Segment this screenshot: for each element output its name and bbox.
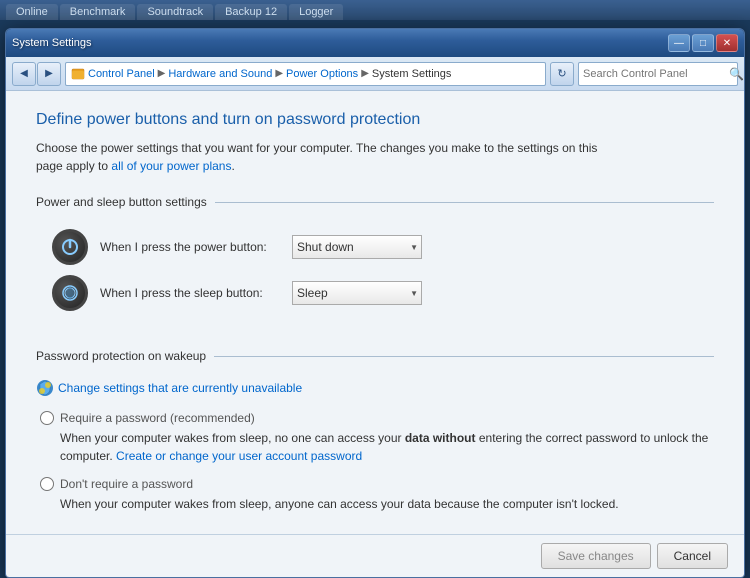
window-title: System Settings (12, 37, 91, 49)
tab-backup[interactable]: Backup 12 (215, 4, 287, 20)
save-button[interactable]: Save changes (541, 543, 651, 569)
footer: Save changes Cancel (6, 534, 744, 577)
require-password-option: Require a password (recommended) When yo… (36, 411, 714, 465)
no-password-row: Don't require a password (40, 477, 714, 491)
window-controls: — □ ✕ (668, 34, 738, 52)
power-button-label: When I press the power button: (100, 240, 280, 254)
all-plans-link[interactable]: all of your power plans (111, 159, 231, 173)
title-bar: System Settings — □ ✕ (6, 29, 744, 57)
breadcrumb-hardware[interactable]: Hardware and Sound (168, 68, 272, 80)
sleep-button-row: When I press the sleep button: Sleep Hib… (52, 275, 698, 311)
breadcrumb-bar: Control Panel ▶ Hardware and Sound ▶ Pow… (65, 62, 546, 86)
nav-arrows: ◀ ▶ (12, 62, 61, 86)
no-password-label: Don't require a password (60, 477, 193, 491)
cancel-button[interactable]: Cancel (657, 543, 728, 569)
require-password-description: When your computer wakes from sleep, no … (60, 429, 714, 465)
power-button-icon (52, 229, 88, 265)
forward-button[interactable]: ▶ (37, 62, 61, 86)
no-password-description: When your computer wakes from sleep, any… (60, 495, 714, 513)
change-settings-row: Change settings that are currently unava… (36, 379, 714, 397)
nav-bar: ◀ ▶ Control Panel ▶ Hardware and Sound ▶… (6, 57, 744, 91)
no-password-radio[interactable] (40, 477, 54, 491)
breadcrumb-icon (70, 66, 86, 82)
button-settings-area: When I press the power button: Shut down… (36, 221, 714, 329)
refresh-button[interactable]: ↻ (550, 62, 574, 86)
sleep-button-select[interactable]: Sleep Hibernate Do nothing Shut down (292, 281, 422, 305)
breadcrumb-sep-1: ▶ (158, 68, 166, 79)
tab-soundtrack[interactable]: Soundtrack (137, 4, 213, 20)
change-settings-link[interactable]: Change settings that are currently unava… (58, 381, 302, 395)
title-bar-left: System Settings (12, 37, 91, 49)
main-window: System Settings — □ ✕ ◀ ▶ Control Panel … (5, 28, 745, 578)
page-description: Choose the power settings that you want … (36, 139, 714, 175)
minimize-button[interactable]: — (668, 34, 690, 52)
search-input[interactable] (583, 68, 725, 80)
button-settings-divider: Power and sleep button settings (36, 195, 714, 209)
back-button[interactable]: ◀ (12, 62, 36, 86)
no-password-desc-text: When your computer wakes from sleep, any… (60, 497, 619, 511)
sleep-button-icon (52, 275, 88, 311)
divider-line-1 (215, 202, 714, 203)
close-button[interactable]: ✕ (716, 34, 738, 52)
no-password-option: Don't require a password When your compu… (36, 477, 714, 513)
sleep-button-label: When I press the sleep button: (100, 286, 280, 300)
power-button-row: When I press the power button: Shut down… (52, 229, 698, 265)
tab-logger[interactable]: Logger (289, 4, 343, 20)
description-period: . (231, 159, 234, 173)
shield-icon (36, 379, 54, 397)
button-settings-label: Power and sleep button settings (36, 195, 207, 209)
breadcrumb-sep-2: ▶ (275, 68, 283, 79)
search-bar: 🔍 (578, 62, 738, 86)
breadcrumb-power[interactable]: Power Options (286, 68, 358, 80)
tab-online[interactable]: Online (6, 4, 58, 20)
require-password-row: Require a password (recommended) (40, 411, 714, 425)
require-password-label: Require a password (recommended) (60, 411, 255, 425)
maximize-button[interactable]: □ (692, 34, 714, 52)
description-text-2: page apply to (36, 159, 111, 173)
breadcrumb-control-panel[interactable]: Control Panel (88, 68, 155, 80)
description-text-1: Choose the power settings that you want … (36, 141, 597, 155)
divider-line-2 (214, 356, 714, 357)
page-title: Define power buttons and turn on passwor… (36, 111, 714, 129)
content-area: Define power buttons and turn on passwor… (6, 91, 744, 534)
create-password-link[interactable]: Create or change your user account passw… (116, 449, 362, 463)
require-password-radio[interactable] (40, 411, 54, 425)
breadcrumb-current: System Settings (372, 68, 451, 80)
tab-benchmark[interactable]: Benchmark (60, 4, 136, 20)
password-section-label: Password protection on wakeup (36, 349, 206, 363)
search-icon: 🔍 (729, 67, 744, 81)
sleep-button-dropdown-wrapper: Sleep Hibernate Do nothing Shut down ▼ (292, 281, 422, 305)
power-button-dropdown-wrapper: Shut down Sleep Hibernate Do nothing Tur… (292, 235, 422, 259)
breadcrumb-sep-3: ▶ (361, 68, 369, 79)
top-tabs: Online Benchmark Soundtrack Backup 12 Lo… (0, 0, 750, 20)
power-button-select[interactable]: Shut down Sleep Hibernate Do nothing Tur… (292, 235, 422, 259)
password-section-divider: Password protection on wakeup (36, 349, 714, 363)
password-section: Change settings that are currently unava… (36, 375, 714, 529)
